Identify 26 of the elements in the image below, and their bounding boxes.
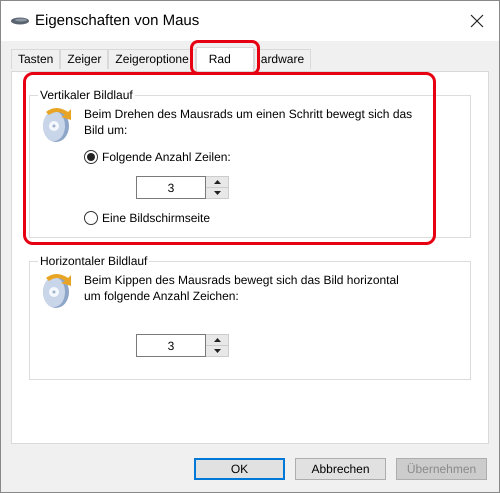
radio-option[interactable]: Folgende Anzahl Zeilen: [84,148,414,166]
down-arrow-icon [214,191,220,195]
number-field[interactable]: 3 [136,334,206,357]
description-text: Beim Kippen des Mausrads bewegt sich das Bild horizontal um folgende Anzahl Zeichen: [84,272,400,304]
radio-label: Folgende Anzahl Zeilen: [102,149,231,166]
close-icon [470,14,484,28]
dialog-button[interactable]: Abbrechen [295,458,386,480]
description-text: Beim Drehen des Mausrads um einen Schritt bewegt sich das Bild um: [84,106,414,138]
radio-label: Eine Bildschirmseite [102,210,210,227]
window-title: Eigenschaften von Maus [35,10,200,31]
up-arrow-icon [214,338,220,342]
group-title: Vertikaler Bildlauf [39,87,134,104]
tab[interactable]: Rad [196,46,254,70]
mouse-icon [11,17,29,25]
tab[interactable]: Tasten [11,48,60,68]
tab[interactable]: Zeiger [60,48,108,68]
up-arrow-icon [214,180,220,184]
radio-option[interactable]: Eine Bildschirmseite [84,209,414,227]
group-title: Horizontaler Bildlauf [39,253,148,270]
dialog-button[interactable]: OK [194,458,285,480]
radio-button[interactable] [84,211,98,225]
tab[interactable]: ardware [254,48,312,68]
number-field[interactable]: 3 [136,176,206,199]
down-arrow-icon [214,349,220,353]
tab[interactable]: Zeigeroptione [108,48,196,68]
radio-button[interactable] [84,150,98,164]
